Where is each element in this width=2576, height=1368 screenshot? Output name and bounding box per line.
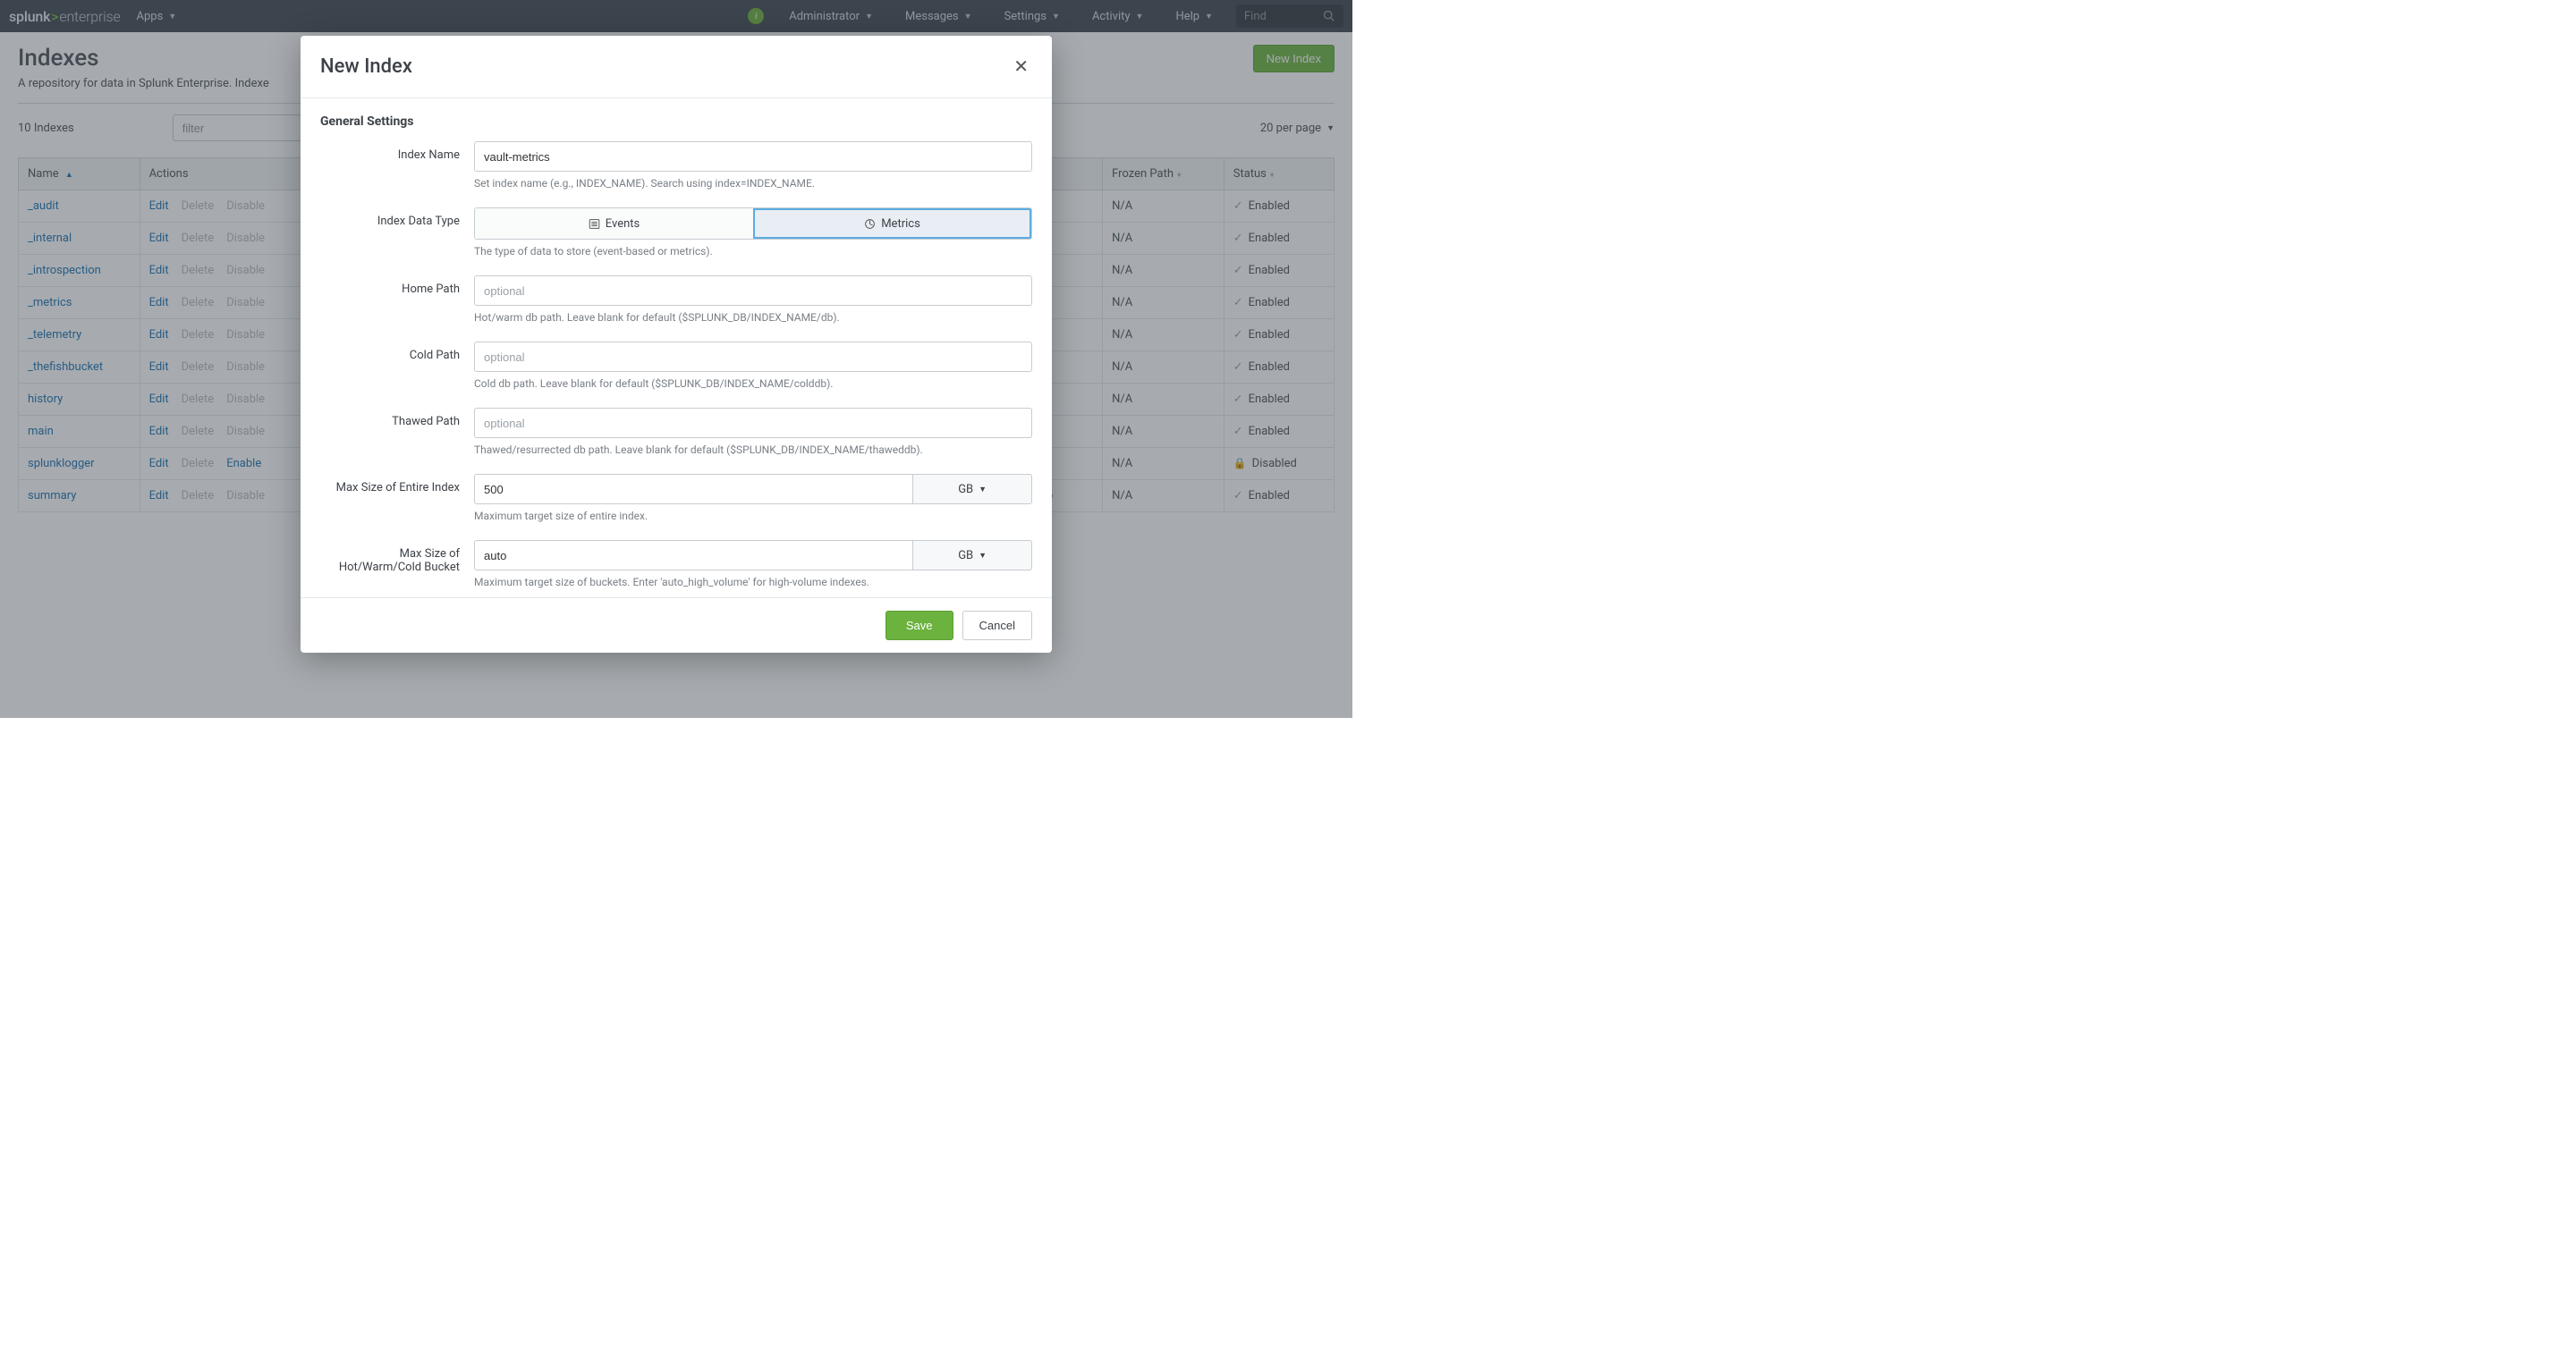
hint-max-bucket: Maximum target size of buckets. Enter 'a…	[474, 576, 1032, 588]
save-button[interactable]: Save	[886, 611, 953, 640]
index-data-type-toggle: Events Metrics	[474, 207, 1032, 240]
section-general-settings: General Settings	[320, 114, 1032, 129]
index-name-input[interactable]	[474, 141, 1032, 172]
cancel-button[interactable]: Cancel	[962, 611, 1032, 640]
datatype-events-option[interactable]: Events	[475, 208, 753, 239]
label-cold-path: Cold Path	[320, 342, 474, 362]
label-max-bucket-size: Max Size of Hot/Warm/Cold Bucket	[320, 540, 474, 574]
hint-thawed-path: Thawed/resurrected db path. Leave blank …	[474, 443, 1032, 456]
label-index-data-type: Index Data Type	[320, 207, 474, 228]
modal-title: New Index	[320, 55, 412, 78]
max-index-size-input[interactable]	[474, 474, 913, 504]
close-icon[interactable]: ✕	[1010, 52, 1032, 81]
label-thawed-path: Thawed Path	[320, 408, 474, 428]
max-bucket-size-input[interactable]	[474, 540, 913, 570]
metrics-icon	[864, 218, 876, 230]
hint-data-type: The type of data to store (event-based o…	[474, 245, 1032, 258]
datatype-metrics-option[interactable]: Metrics	[753, 208, 1031, 239]
hint-index-name: Set index name (e.g., INDEX_NAME). Searc…	[474, 177, 1032, 190]
label-index-name: Index Name	[320, 141, 474, 162]
new-index-modal: New Index ✕ General Settings Index Name …	[301, 36, 1052, 653]
modal-overlay: New Index ✕ General Settings Index Name …	[0, 0, 1352, 718]
home-path-input[interactable]	[474, 275, 1032, 306]
events-icon	[589, 218, 600, 230]
hint-home-path: Hot/warm db path. Leave blank for defaul…	[474, 311, 1032, 324]
label-max-index-size: Max Size of Entire Index	[320, 474, 474, 494]
max-index-size-unit[interactable]: GB▼	[913, 474, 1032, 504]
cold-path-input[interactable]	[474, 342, 1032, 372]
label-home-path: Home Path	[320, 275, 474, 296]
hint-cold-path: Cold db path. Leave blank for default ($…	[474, 377, 1032, 390]
max-bucket-size-unit[interactable]: GB▼	[913, 540, 1032, 570]
thawed-path-input[interactable]	[474, 408, 1032, 438]
hint-max-index: Maximum target size of entire index.	[474, 510, 1032, 522]
